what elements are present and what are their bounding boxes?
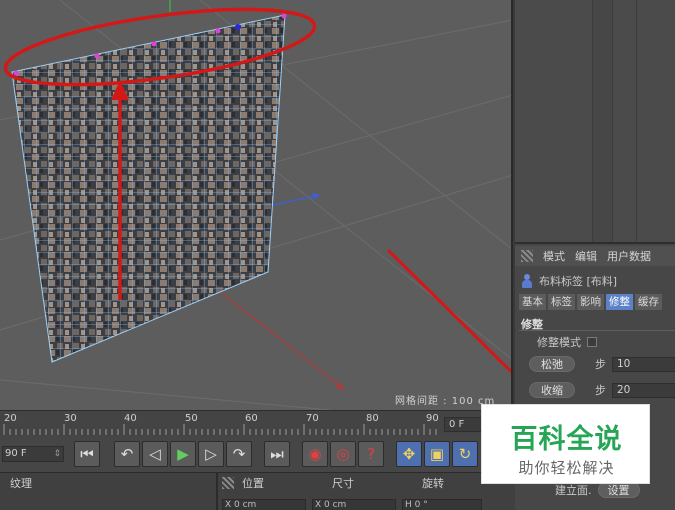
3d-viewport[interactable]: 网格间距 : 100 cm — [0, 0, 513, 410]
panel-grip-icon[interactable] — [521, 250, 533, 262]
shrink-steps-input[interactable]: 20 — [612, 382, 675, 398]
set-button[interactable]: 设置 — [597, 482, 640, 498]
object-title-text: 布料标签 [布料] — [539, 275, 618, 288]
attribute-tabs: 基本 标签 影响 修整 缓存 — [519, 294, 662, 310]
tab-cache[interactable]: 缓存 — [635, 294, 662, 310]
shrink-button[interactable]: 收缩 — [529, 382, 575, 398]
scale-tool-icon[interactable]: ▣ — [424, 441, 450, 467]
h-rotation-field[interactable]: H 0 ° — [402, 499, 482, 510]
section-divider — [519, 330, 675, 331]
x-size-field[interactable]: X 0 cm — [312, 499, 396, 510]
tick-label: 60 — [245, 413, 258, 424]
prev-key-icon[interactable]: ↶ — [114, 441, 140, 467]
dress-mode-row: 修整模式 — [537, 334, 597, 350]
object-tags-column[interactable] — [613, 0, 637, 242]
bottom-panels: 纹理 位置 尺寸 旋转 X 0 cm X 0 cm H 0 ° — [0, 472, 515, 510]
attribute-menu-bar: 模式 编辑 用户数据 — [515, 246, 675, 266]
relax-row: 松弛 步 10 — [529, 356, 675, 372]
current-frame-field[interactable]: 90 F — [2, 446, 64, 462]
object-visibility-column[interactable] — [593, 0, 613, 242]
go-to-start-icon[interactable]: ⏮ — [74, 441, 100, 467]
menu-edit[interactable]: 编辑 — [575, 248, 597, 264]
panel-divider[interactable] — [216, 473, 218, 510]
object-list-column[interactable] — [515, 0, 593, 242]
menu-mode[interactable]: 模式 — [543, 248, 565, 264]
transport-bar: 90 F ⏮ ↶ ◁ ▶ ▷ ↷ ⏭ ◉ ◎ ? ✥ ▣ ↻ — [0, 436, 513, 472]
coords-grip-icon[interactable] — [222, 477, 234, 489]
dress-mode-label: 修整模式 — [537, 336, 581, 349]
rotate-tool-icon[interactable]: ↻ — [452, 441, 478, 467]
watermark-logo: 百科全说 助你轻松解决 — [481, 404, 650, 484]
move-tool-icon[interactable]: ✥ — [396, 441, 422, 467]
rotation-label: 旋转 — [422, 477, 444, 490]
play-icon[interactable]: ▶ — [170, 441, 196, 467]
tab-tag[interactable]: 标签 — [548, 294, 575, 310]
record-key-icon[interactable]: ◉ — [302, 441, 328, 467]
tick-label: 70 — [306, 413, 319, 424]
shrink-row: 收缩 步 20 — [529, 382, 675, 398]
tick-label: 40 — [124, 413, 137, 424]
next-key-icon[interactable]: ↷ — [226, 441, 252, 467]
prev-frame-icon[interactable]: ◁ — [142, 441, 168, 467]
watermark-title: 百科全说 — [510, 424, 623, 455]
tick-label: 90 — [426, 413, 439, 424]
go-to-end-icon[interactable]: ⏭ — [264, 441, 290, 467]
dress-mode-checkbox[interactable] — [587, 337, 597, 347]
auto-key-icon[interactable]: ◎ — [330, 441, 356, 467]
shrink-step-label: 步 — [595, 384, 606, 397]
viewport-canvas[interactable] — [0, 0, 513, 410]
menu-user-data[interactable]: 用户数据 — [607, 248, 651, 264]
tick-label: 20 — [4, 413, 17, 424]
relax-steps-input[interactable]: 10 — [612, 356, 675, 372]
tick-label: 80 — [366, 413, 379, 424]
keyframe-help-icon[interactable]: ? — [358, 441, 384, 467]
tab-influence[interactable]: 影响 — [577, 294, 604, 310]
relax-step-label: 步 — [595, 358, 606, 371]
object-manager[interactable] — [515, 0, 675, 242]
tab-dresser[interactable]: 修整 — [606, 294, 633, 310]
relax-button[interactable]: 松弛 — [529, 356, 575, 372]
next-frame-icon[interactable]: ▷ — [198, 441, 224, 467]
x-position-field[interactable]: X 0 cm — [222, 499, 306, 510]
tab-basic[interactable]: 基本 — [519, 294, 546, 310]
build-faces-label: 建立面. — [555, 484, 592, 497]
size-label: 尺寸 — [332, 477, 354, 490]
position-label: 位置 — [242, 477, 264, 490]
watermark-subtitle: 助你轻松解决 — [518, 459, 615, 477]
timeline-ruler[interactable]: 20 30 40 50 60 70 80 90 0 F — [0, 410, 513, 436]
end-frame-field[interactable]: 0 F — [444, 417, 484, 432]
texture-panel-label[interactable]: 纹理 — [10, 475, 32, 491]
tick-label: 50 — [185, 413, 198, 424]
build-faces-row: 建立面. 设置 — [555, 482, 640, 498]
tick-label: 30 — [64, 413, 77, 424]
object-title: 布料标签 [布料] — [521, 272, 617, 290]
cloth-tag-icon — [521, 274, 533, 288]
